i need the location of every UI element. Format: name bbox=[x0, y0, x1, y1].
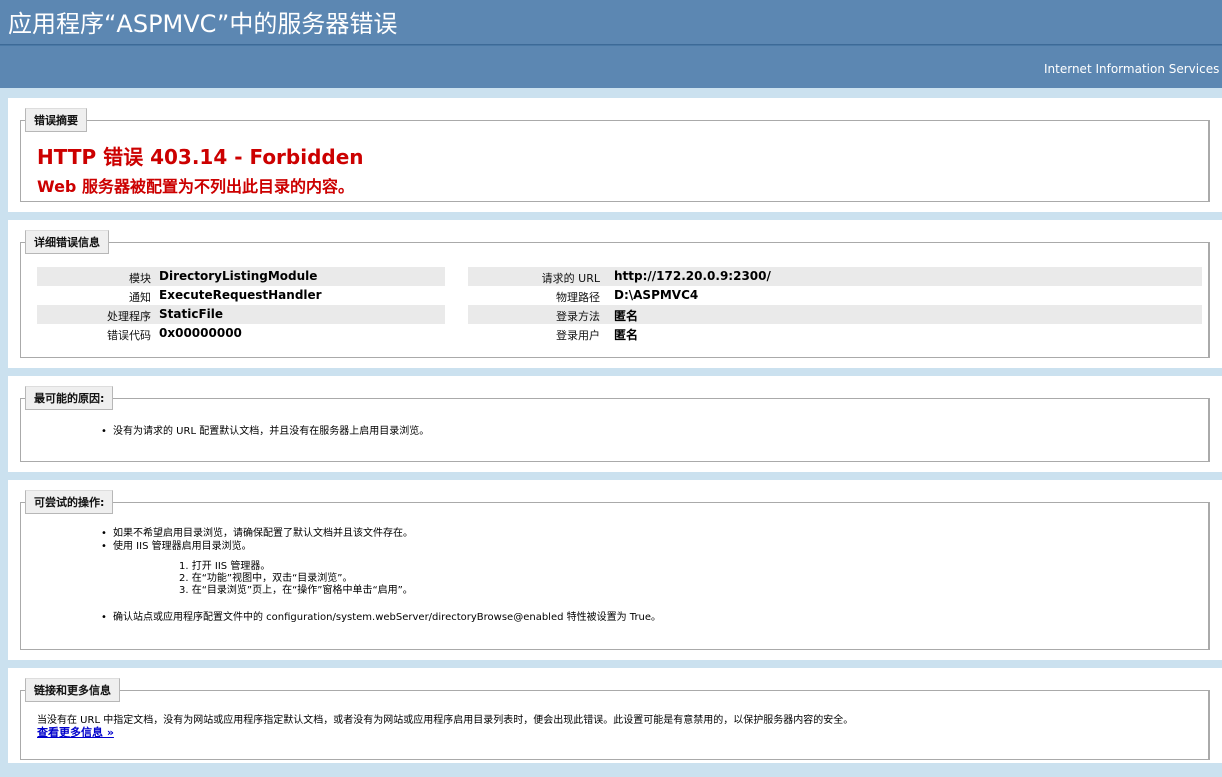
detail-row-module: 模块 DirectoryListingModule bbox=[37, 267, 445, 286]
bullet-icon: • bbox=[101, 612, 107, 623]
detail-row-handler: 处理程序 StaticFile bbox=[37, 305, 445, 324]
detail-label: 模块 bbox=[129, 272, 151, 285]
detail-label: 物理路径 bbox=[556, 291, 600, 304]
detail-label: 请求的 URL bbox=[541, 272, 600, 285]
error-title: HTTP 错误 403.14 - Forbidden bbox=[37, 145, 364, 169]
detail-row-url: 请求的 URL http://172.20.0.9:2300/ bbox=[468, 267, 1202, 286]
error-summary-box: 错误摘要 HTTP 错误 403.14 - Forbidden Web 服务器被… bbox=[20, 108, 1210, 202]
detail-value: 匿名 bbox=[614, 328, 639, 342]
page-header: 应用程序“ASPMVC”中的服务器错误 bbox=[0, 0, 1222, 45]
error-details-legend: 详细错误信息 bbox=[25, 230, 109, 254]
error-summary-section: 错误摘要 HTTP 错误 403.14 - Forbidden Web 服务器被… bbox=[8, 98, 1222, 212]
detail-value: 0x00000000 bbox=[159, 326, 242, 340]
action-text: 确认站点或应用程序配置文件中的 configuration/system.web… bbox=[113, 612, 662, 623]
action-text: 使用 IIS 管理器启用目录浏览。 bbox=[113, 541, 252, 552]
detail-label: 处理程序 bbox=[107, 310, 151, 323]
content-area: 错误摘要 HTTP 错误 403.14 - Forbidden Web 服务器被… bbox=[0, 88, 1222, 763]
detail-label: 登录用户 bbox=[556, 329, 600, 342]
detail-value: D:\ASPMVC4 bbox=[614, 288, 699, 302]
actions-list-final: • 确认站点或应用程序配置文件中的 configuration/system.we… bbox=[101, 611, 661, 624]
page-title: 应用程序“ASPMVC”中的服务器错误 bbox=[8, 10, 398, 38]
causes-list: • 没有为请求的 URL 配置默认文档，并且没有在服务器上启用目录浏览。 bbox=[101, 425, 429, 438]
cause-text: 没有为请求的 URL 配置默认文档，并且没有在服务器上启用目录浏览。 bbox=[113, 426, 430, 437]
error-summary-legend: 错误摘要 bbox=[25, 108, 87, 132]
action-text: 如果不希望启用目录浏览，请确保配置了默认文档并且该文件存在。 bbox=[113, 528, 413, 539]
more-info-link[interactable]: 查看更多信息 » bbox=[37, 724, 114, 740]
detail-value: 匿名 bbox=[614, 309, 639, 323]
step-item: 3. 在“目录浏览”页上，在“操作”窗格中单击“启用”。 bbox=[179, 585, 413, 596]
links-legend: 链接和更多信息 bbox=[25, 678, 120, 702]
list-item: • 如果不希望启用目录浏览，请确保配置了默认文档并且该文件存在。 bbox=[101, 527, 413, 540]
causes-legend: 最可能的原因: bbox=[25, 386, 114, 410]
bullet-icon: • bbox=[101, 528, 107, 539]
detail-label: 错误代码 bbox=[107, 329, 151, 342]
step-item: 2. 在“功能”视图中，双击“目录浏览”。 bbox=[179, 573, 353, 584]
detail-row-physical-path: 物理路径 D:\ASPMVC4 bbox=[468, 286, 1202, 305]
error-details-section: 详细错误信息 模块 DirectoryListingModule 通知 Exec… bbox=[8, 220, 1222, 368]
step-item: 1. 打开 IIS 管理器。 bbox=[179, 561, 271, 572]
more-info-text: 当没有在 URL 中指定文档，没有为网站或应用程序指定默认文档，或者没有为网站或… bbox=[37, 715, 854, 726]
error-details-box: 详细错误信息 模块 DirectoryListingModule 通知 Exec… bbox=[20, 230, 1210, 358]
actions-legend: 可尝试的操作: bbox=[25, 490, 114, 514]
actions-list: • 如果不希望启用目录浏览，请确保配置了默认文档并且该文件存在。 • 使用 IIS … bbox=[101, 527, 413, 553]
detail-row-notification: 通知 ExecuteRequestHandler bbox=[37, 286, 445, 305]
detail-row-logon-user: 登录用户 匿名 bbox=[468, 324, 1202, 343]
detail-value: ExecuteRequestHandler bbox=[159, 288, 322, 302]
list-item: • 确认站点或应用程序配置文件中的 configuration/system.we… bbox=[101, 611, 661, 624]
actions-box: 可尝试的操作: • 如果不希望启用目录浏览，请确保配置了默认文档并且该文件存在。 … bbox=[20, 490, 1210, 650]
links-box: 链接和更多信息 当没有在 URL 中指定文档，没有为网站或应用程序指定默认文档，… bbox=[20, 678, 1210, 760]
bullet-icon: • bbox=[101, 541, 107, 552]
causes-box: 最可能的原因: • 没有为请求的 URL 配置默认文档，并且没有在服务器上启用目录… bbox=[20, 386, 1210, 462]
actions-section: 可尝试的操作: • 如果不希望启用目录浏览，请确保配置了默认文档并且该文件存在。 … bbox=[8, 480, 1222, 660]
server-info: Internet Information Services 7 bbox=[1044, 62, 1222, 76]
steps-list: 1. 打开 IIS 管理器。 2. 在“功能”视图中，双击“目录浏览”。 3. … bbox=[179, 561, 413, 597]
detail-row-error-code: 错误代码 0x00000000 bbox=[37, 324, 445, 343]
causes-section: 最可能的原因: • 没有为请求的 URL 配置默认文档，并且没有在服务器上启用目录… bbox=[8, 376, 1222, 472]
detail-value: DirectoryListingModule bbox=[159, 269, 318, 283]
error-description: Web 服务器被配置为不列出此目录的内容。 bbox=[37, 177, 354, 196]
bullet-icon: • bbox=[101, 426, 107, 437]
detail-label: 通知 bbox=[129, 291, 151, 304]
detail-row-logon-method: 登录方法 匿名 bbox=[468, 305, 1202, 324]
detail-value: http://172.20.0.9:2300/ bbox=[614, 269, 771, 283]
links-section: 链接和更多信息 当没有在 URL 中指定文档，没有为网站或应用程序指定默认文档，… bbox=[8, 668, 1222, 763]
detail-value: StaticFile bbox=[159, 307, 224, 321]
server-bar: Internet Information Services 7 bbox=[0, 45, 1222, 88]
detail-label: 登录方法 bbox=[556, 310, 600, 323]
list-item: • 使用 IIS 管理器启用目录浏览。 bbox=[101, 540, 413, 553]
list-item: • 没有为请求的 URL 配置默认文档，并且没有在服务器上启用目录浏览。 bbox=[101, 425, 429, 438]
